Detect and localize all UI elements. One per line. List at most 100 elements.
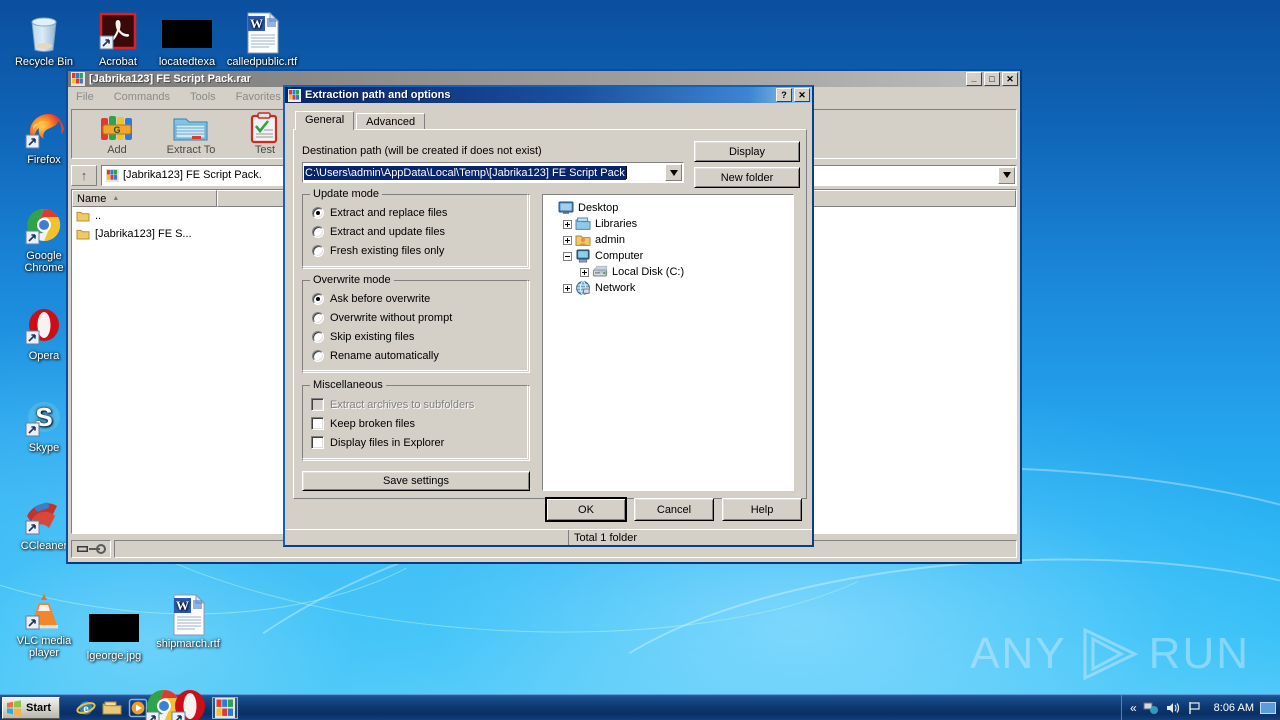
- winrar-close-button[interactable]: ✕: [1002, 72, 1018, 86]
- expand-node-button[interactable]: [563, 219, 572, 229]
- column-header-label: Name: [77, 192, 107, 205]
- radio-button-rename-automatically[interactable]: [312, 350, 324, 362]
- desktop-icon-acrobat[interactable]: Acrobat: [82, 6, 154, 68]
- radio-option-rename-automatically[interactable]: Rename automatically: [303, 347, 529, 366]
- desktop-icon-recycle-bin[interactable]: Recycle Bin: [8, 6, 80, 68]
- winrar-encryption-status: [71, 540, 111, 558]
- dialog-help-button[interactable]: ?: [776, 88, 792, 102]
- tree-node-network[interactable]: Network: [546, 280, 790, 296]
- menu-item-file[interactable]: File: [76, 91, 94, 103]
- cancel-button[interactable]: Cancel: [634, 498, 714, 521]
- archive-path-dropdown-button[interactable]: [998, 166, 1015, 184]
- taskbar-clock[interactable]: 8:06 AM: [1214, 702, 1254, 714]
- tree-node-computer[interactable]: Computer: [546, 248, 790, 264]
- overwrite-mode-group: Overwrite mode Ask before overwrite Overw…: [302, 274, 530, 373]
- volume-tray-icon[interactable]: [1165, 701, 1181, 715]
- taskbar[interactable]: Start e « 8:06 AM: [0, 689, 1280, 720]
- start-button[interactable]: Start: [2, 696, 61, 719]
- radio-option-fresh-existing-files-only[interactable]: Fresh existing files only: [303, 242, 529, 261]
- display-button[interactable]: Display: [694, 141, 800, 162]
- extraction-dialog[interactable]: Extraction path and options ? ✕ General A…: [283, 85, 814, 547]
- quicklaunch-opera[interactable]: [171, 689, 206, 720]
- expand-node-button[interactable]: [563, 235, 572, 245]
- winrar-maximize-button[interactable]: □: [984, 72, 1000, 86]
- radio-button-fresh-existing-files-only[interactable]: [312, 245, 324, 257]
- tree-node-label: Network: [595, 282, 636, 294]
- destination-path-label: Destination path (will be created if doe…: [302, 145, 542, 157]
- dialog-side-buttons[interactable]: Display New folder: [694, 141, 800, 193]
- help-button[interactable]: Help: [722, 498, 802, 521]
- overwrite-mode-title: Overwrite mode: [310, 274, 394, 286]
- windows-logo-icon: [7, 699, 21, 716]
- quick-launch-bar[interactable]: e: [74, 689, 206, 720]
- column-header-name[interactable]: Name ▲: [72, 190, 217, 207]
- dialog-tabstrip[interactable]: General Advanced: [295, 111, 427, 130]
- desktop-icon-lgeorge-jpg[interactable]: lgeorge.jpg: [78, 600, 150, 662]
- tab-advanced[interactable]: Advanced: [356, 113, 426, 130]
- explorer-icon: [102, 698, 122, 718]
- tree-node-libraries[interactable]: Libraries: [546, 216, 790, 232]
- system-tray[interactable]: « 8:06 AM: [1120, 694, 1280, 720]
- desktop-icon-shipmarch-rtf[interactable]: W shipmarch.rtf: [152, 588, 224, 650]
- show-hidden-icons-button[interactable]: «: [1130, 701, 1137, 715]
- svg-text:W: W: [176, 598, 189, 613]
- folder-tree[interactable]: Desktop Libraries admin Computer Local D…: [542, 194, 794, 491]
- black-thumbnail-icon: [151, 6, 223, 54]
- desktop-icon-locatedtexa[interactable]: locatedtexa: [151, 6, 223, 68]
- radio-button-extract-and-replace-files[interactable]: [312, 207, 324, 219]
- quicklaunch-internet-explorer[interactable]: e: [74, 697, 98, 719]
- toolbar-button-add[interactable]: G Add: [80, 112, 154, 156]
- flag-tray-icon[interactable]: [1187, 701, 1202, 715]
- checkbox-option-display-files-in-explorer[interactable]: Display files in Explorer: [303, 433, 529, 452]
- archive-path-value: [Jabrika123] FE Script Pack.: [123, 169, 262, 181]
- menu-item-tools[interactable]: Tools: [190, 91, 216, 103]
- radio-option-ask-before-overwrite[interactable]: Ask before overwrite: [303, 290, 529, 309]
- dialog-close-button[interactable]: ✕: [794, 88, 810, 102]
- ok-button[interactable]: OK: [546, 498, 626, 521]
- dialog-button-row[interactable]: OK Cancel Help: [546, 498, 802, 521]
- radio-option-skip-existing-files[interactable]: Skip existing files: [303, 328, 529, 347]
- task-button-area[interactable]: [212, 696, 239, 719]
- winrar-minimize-button[interactable]: _: [966, 72, 982, 86]
- radio-option-extract-and-update-files[interactable]: Extract and update files: [303, 223, 529, 242]
- radio-option-extract-and-replace-files[interactable]: Extract and replace files: [303, 204, 529, 223]
- radio-button-overwrite-without-prompt[interactable]: [312, 312, 324, 324]
- menu-item-commands[interactable]: Commands: [114, 91, 170, 103]
- tree-node-admin[interactable]: admin: [546, 232, 790, 248]
- destination-path-dropdown-button[interactable]: [665, 164, 682, 181]
- dialog-titlebar[interactable]: Extraction path and options ? ✕: [285, 87, 812, 103]
- destination-path-input[interactable]: C:\Users\admin\AppData\Local\Temp\[Jabri…: [304, 165, 626, 180]
- network-tray-icon[interactable]: [1143, 701, 1159, 715]
- toolbar-button-extract-to[interactable]: Extract To: [154, 112, 228, 156]
- checkbox-option-extract-archives-to-subfolders: Extract archives to subfolders: [303, 395, 529, 414]
- expand-node-button[interactable]: [563, 283, 572, 293]
- expand-node-button[interactable]: [580, 267, 589, 277]
- tab-general[interactable]: General: [295, 111, 355, 130]
- radio-button-extract-and-update-files[interactable]: [312, 226, 324, 238]
- desktop-icon-vlc-media-player[interactable]: VLC media player: [8, 585, 80, 659]
- tree-node-local-disk-c[interactable]: Local Disk (C:): [546, 264, 790, 280]
- collapse-node-button[interactable]: [563, 251, 572, 261]
- key-icon: [77, 544, 106, 554]
- menu-item-favorites[interactable]: Favorites: [236, 91, 281, 103]
- checkbox-option-keep-broken-files[interactable]: Keep broken files: [303, 414, 529, 433]
- desktop-icon-calledpublic-rtf[interactable]: W calledpublic.rtf: [226, 6, 298, 68]
- checkbox-keep-broken-files[interactable]: [311, 417, 324, 430]
- up-one-level-button[interactable]: ↑: [71, 164, 97, 186]
- quicklaunch-show-desktop[interactable]: [100, 697, 124, 719]
- new-folder-button[interactable]: New folder: [694, 167, 800, 188]
- radio-option-overwrite-without-prompt[interactable]: Overwrite without prompt: [303, 309, 529, 328]
- desktop[interactable]: Recycle Bin Acrobat locatedtexa W calledp…: [0, 0, 1280, 720]
- checkbox-label: Extract archives to subfolders: [330, 399, 475, 411]
- radio-button-ask-before-overwrite[interactable]: [312, 293, 324, 305]
- recycle-bin-icon: [8, 6, 80, 54]
- radio-label: Skip existing files: [330, 331, 415, 343]
- save-settings-button[interactable]: Save settings: [302, 471, 530, 491]
- checkbox-display-files-in-explorer[interactable]: [311, 436, 324, 449]
- destination-path-combobox[interactable]: C:\Users\admin\AppData\Local\Temp\[Jabri…: [302, 162, 684, 183]
- radio-button-skip-existing-files[interactable]: [312, 331, 324, 343]
- winrar-title: [Jabrika123] FE Script Pack.rar: [89, 73, 252, 85]
- taskbar-task-winrar-task[interactable]: [212, 696, 239, 719]
- tree-node-desktop[interactable]: Desktop: [546, 200, 790, 216]
- show-desktop-button[interactable]: [1260, 701, 1276, 714]
